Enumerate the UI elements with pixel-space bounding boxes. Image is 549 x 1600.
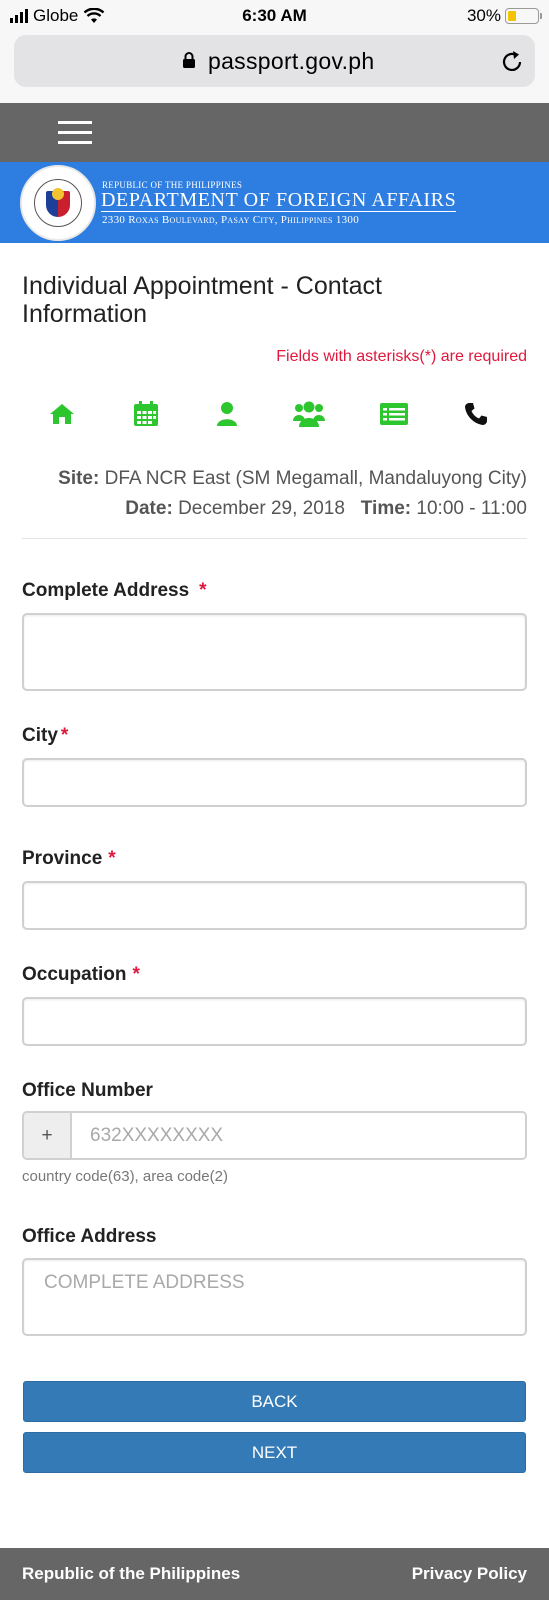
step-contact[interactable] [456, 395, 496, 433]
lock-icon [183, 52, 195, 68]
date-time-info: Date: December 29, 2018 Time: 10:00 - 11… [125, 498, 527, 520]
city-label: City * [22, 725, 68, 747]
required-asterisk: * [108, 848, 116, 869]
occupation-field[interactable] [22, 997, 527, 1046]
city-label-text: City [22, 725, 58, 746]
calendar-icon [134, 401, 158, 426]
next-button[interactable]: NEXT [23, 1432, 526, 1473]
site-value: DFA NCR East (SM Megamall, Mandaluyong C… [104, 468, 527, 489]
user-icon [217, 402, 237, 426]
office-address-label: Office Address [22, 1226, 157, 1247]
divider [22, 538, 527, 539]
progress-steps [22, 395, 527, 433]
country-prefix-addon: + [24, 1113, 72, 1158]
step-home[interactable] [42, 395, 82, 433]
step-schedule[interactable] [126, 395, 166, 433]
office-number-label: Office Number [22, 1080, 153, 1101]
list-card-icon [380, 403, 408, 425]
office-number-field[interactable] [72, 1113, 525, 1158]
province-label: Province * [22, 848, 116, 870]
top-navbar [0, 103, 549, 162]
banner-title: DEPARTMENT OF FOREIGN AFFAIRS [101, 189, 457, 212]
province-field[interactable] [22, 881, 527, 930]
footer: Republic of the Philippines Privacy Poli… [0, 1548, 549, 1600]
footer-republic-link[interactable]: Republic of the Philippines [22, 1564, 240, 1584]
province-label-text: Province [22, 848, 103, 869]
occupation-label: Occupation * [22, 964, 140, 986]
site-info: Site: DFA NCR East (SM Megamall, Mandalu… [58, 468, 527, 490]
occupation-label-text: Occupation [22, 964, 127, 985]
reload-icon[interactable] [499, 49, 525, 75]
banner-address: 2330 Roxas Boulevard, Pasay City, Philip… [102, 214, 360, 226]
menu-icon[interactable] [58, 121, 92, 145]
office-number-group: + [22, 1111, 527, 1160]
city-field[interactable] [22, 758, 527, 807]
required-asterisk: * [60, 725, 69, 746]
office-number-help: country code(63), area code(2) [22, 1168, 228, 1185]
privacy-policy-link[interactable]: Privacy Policy [412, 1564, 527, 1584]
complete-address-field[interactable] [22, 613, 527, 691]
status-bar: Globe 6:30 AM 30% [0, 0, 549, 32]
date-label: Date: [125, 498, 173, 519]
step-group[interactable] [289, 395, 329, 433]
dfa-seal-logo [20, 165, 96, 241]
dfa-banner: REPUBLIC OF THE PHILIPPINES DEPARTMENT O… [0, 162, 549, 243]
home-icon [50, 404, 74, 424]
required-fields-note: Fields with asterisks(*) are required [276, 348, 527, 365]
step-details[interactable] [374, 395, 414, 433]
browser-toolbar: passport.gov.ph [0, 32, 549, 103]
required-asterisk: * [132, 964, 140, 985]
time-value: 10:00 - 11:00 [416, 498, 527, 519]
back-button[interactable]: BACK [23, 1381, 526, 1422]
date-value: December 29, 2018 [178, 498, 345, 519]
complete-address-label: Complete Address * [22, 580, 207, 602]
site-label: Site: [58, 468, 100, 489]
phone-icon [465, 403, 487, 425]
battery-percent: 30% [466, 6, 501, 25]
time-label: Time: [360, 498, 412, 519]
office-address-field[interactable] [22, 1258, 527, 1336]
users-icon [293, 401, 325, 427]
url-text: passport.gov.ph [208, 48, 375, 74]
status-right: 30% [466, 6, 542, 26]
page-title: Individual Appointment - Contact Informa… [22, 272, 382, 328]
step-personal[interactable] [207, 395, 247, 433]
required-asterisk: * [199, 580, 207, 601]
battery-icon [505, 8, 542, 24]
address-bar[interactable]: passport.gov.ph [14, 35, 535, 87]
complete-address-label-text: Complete Address [22, 580, 190, 601]
